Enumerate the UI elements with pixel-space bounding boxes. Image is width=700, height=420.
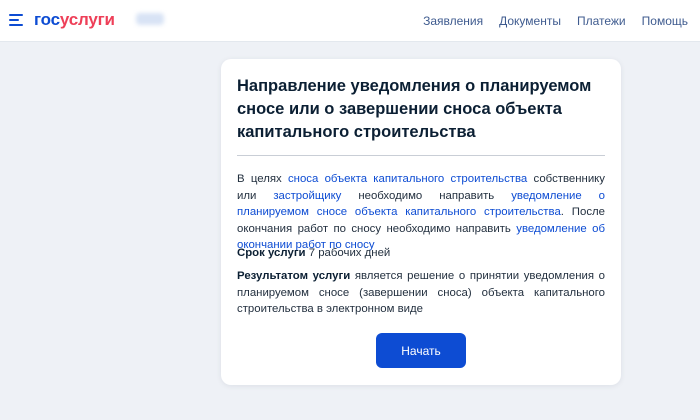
service-card: Направление уведомления о планируемом сн… <box>221 59 621 385</box>
logo-part-uslugi: услуги <box>59 10 115 29</box>
service-description: В целях сноса объекта капитального строи… <box>237 171 605 254</box>
nav-payments[interactable]: Платежи <box>577 14 626 28</box>
menu-icon[interactable] <box>9 14 23 26</box>
link-demolition-object[interactable]: сноса объекта капитального строительства <box>288 173 527 185</box>
nav-applications[interactable]: Заявления <box>423 14 483 28</box>
link-developer[interactable]: застройщику <box>273 190 341 202</box>
gosuslugi-logo[interactable]: госуслуги <box>34 10 115 30</box>
term-label: Срок услуги <box>237 247 306 259</box>
title-divider <box>237 155 605 156</box>
logo-part-gos: гос <box>34 10 60 29</box>
region-selector[interactable] <box>136 13 164 25</box>
nav-help[interactable]: Помощь <box>642 14 688 28</box>
service-title: Направление уведомления о планируемом сн… <box>237 77 592 141</box>
main-nav: Заявления Документы Платежи Помощь <box>423 0 688 42</box>
nav-documents[interactable]: Документы <box>499 14 561 28</box>
top-header: госуслуги Заявления Документы Платежи По… <box>0 0 700 42</box>
result-label: Результатом услуги <box>237 270 351 282</box>
start-button[interactable]: Начать <box>376 333 466 368</box>
service-term: Срок услуги 7 рабочих дней <box>237 245 605 261</box>
desc-text-1: В целях <box>237 173 288 185</box>
desc-text-3: необходимо направить <box>341 189 512 202</box>
service-result: Результатом услуги является решение о пр… <box>237 268 605 318</box>
term-value: 7 рабочих дней <box>305 247 391 259</box>
